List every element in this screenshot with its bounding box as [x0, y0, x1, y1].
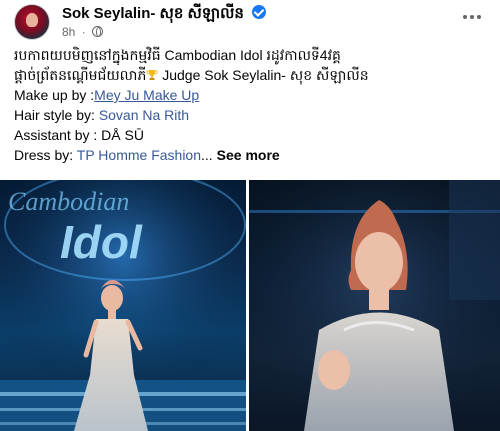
hair-stylist-link[interactable]: Sovan Na Rith [99, 107, 189, 123]
facebook-post: Sok Seylalin- សុខ សីឡាលីន 8h · របកាពយបមិ… [0, 0, 500, 431]
more-dot [470, 15, 474, 19]
caption-line-2-after: Judge Sok Seylalin- សុខ សីឡាលីន [158, 67, 369, 83]
verified-badge-icon [252, 5, 267, 19]
more-dot [463, 15, 467, 19]
post-time[interactable]: 8h [62, 25, 75, 39]
judge-photo-illustration [249, 180, 500, 431]
stage-sign-top: Cambodian [8, 187, 129, 216]
author-name[interactable]: Sok Seylalin- សុខ សីឡាលីន [62, 5, 244, 22]
hair-credit: Hair style by: Sovan Na Rith [14, 105, 494, 125]
more-dot [477, 15, 481, 19]
trophy-icon [146, 70, 158, 80]
assistant-credit: Assistant by : DÅ SŪ [14, 127, 144, 143]
ellipsis: ... [201, 147, 213, 163]
hair-label: Hair style by: [14, 107, 99, 123]
caption-line-2-text: ផ្តាច់ព្រ័តនណ្តើមជ័យលាភី [14, 67, 147, 83]
caption-line-1: របកាពយបមិញនៅក្នុងកម្មវិធី Cambodian Idol… [14, 47, 341, 63]
caption-line-2: ផ្តាច់ព្រ័តនណ្តើមជ័យលាភី Judge Sok Seyla… [14, 65, 494, 85]
more-options-icon[interactable] [460, 10, 484, 24]
dress-designer-link[interactable]: TP Homme Fashion [77, 147, 201, 163]
dress-label: Dress by: [14, 147, 77, 163]
makeup-label: Make up by : [14, 87, 95, 103]
stage-photo-illustration: Cambodian Idol [0, 180, 246, 431]
globe-icon[interactable] [92, 26, 104, 37]
dress-credit: Dress by: TP Homme Fashion... See more [14, 145, 494, 165]
post-photo-stage[interactable]: Cambodian Idol [0, 180, 246, 431]
post-body: របកាពយបមិញនៅក្នុងកម្មវិធី Cambodian Idol… [14, 45, 494, 165]
post-meta: 8h · [62, 25, 104, 39]
makeup-credit: Make up by :Mey Ju Make Up [14, 85, 494, 105]
see-more-link[interactable]: See more [217, 147, 280, 163]
author-line: Sok Seylalin- សុខ សីឡាលីន [62, 4, 267, 26]
author-avatar[interactable] [14, 4, 50, 40]
makeup-artist-link[interactable]: Mey Ju Make Up [94, 87, 199, 103]
post-header: Sok Seylalin- សុខ សីឡាលីន 8h · [12, 4, 488, 42]
meta-separator: · [81, 25, 86, 39]
stage-sign: Idol [60, 216, 143, 268]
post-photo-judge[interactable] [249, 180, 500, 431]
